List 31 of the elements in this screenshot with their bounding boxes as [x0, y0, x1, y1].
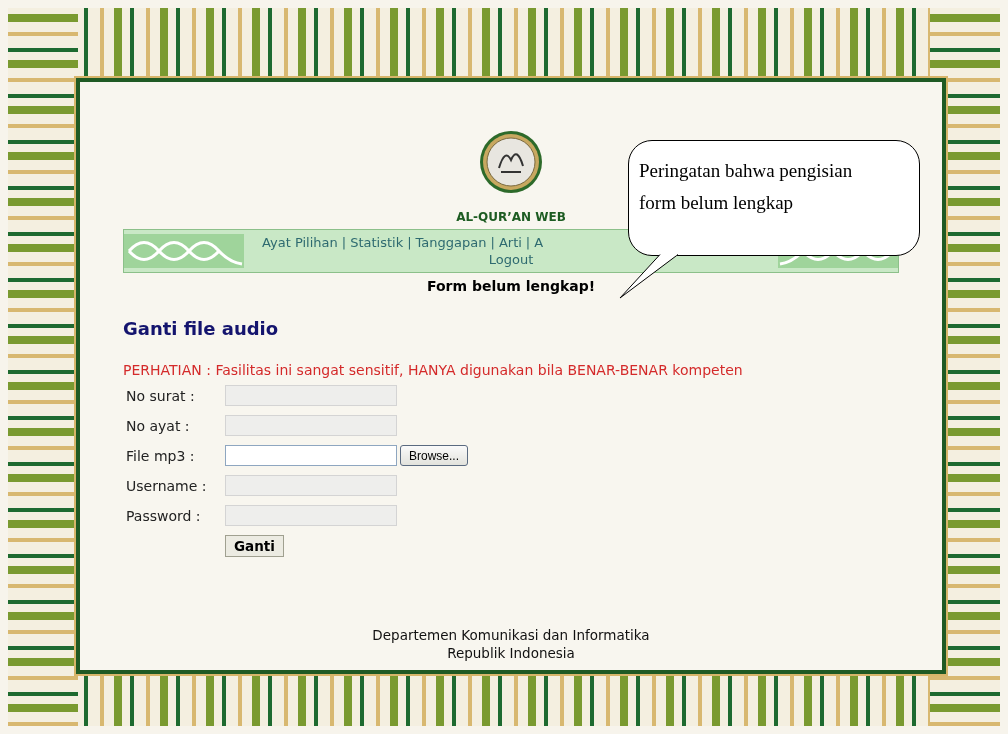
text-field[interactable]: [225, 415, 397, 436]
password-field[interactable]: [225, 505, 397, 526]
callout-bubble: Peringatan bahwa pengisian form belum lengkap: [628, 140, 920, 256]
nav-link[interactable]: Statistik: [350, 234, 404, 251]
text-field[interactable]: [225, 475, 397, 496]
nav-link[interactable]: Logout: [488, 251, 534, 268]
browse-button[interactable]: Browse...: [400, 445, 468, 466]
nav-separator: |: [407, 234, 412, 251]
page-heading: Ganti file audio: [123, 318, 280, 339]
nav-separator: |: [525, 234, 531, 251]
field-label: No surat :: [126, 387, 196, 404]
footer-text: Departemen Komunikasi dan Informatika: [371, 626, 651, 644]
footer-text: Republik Indonesia: [446, 644, 576, 662]
nav-link[interactable]: Tanggapan: [415, 234, 487, 251]
nav-separator: |: [341, 234, 347, 251]
emblem-icon: [479, 130, 543, 194]
alert-message: Form belum lengkap!: [425, 278, 597, 294]
field-label: Password :: [126, 507, 202, 524]
text-field[interactable]: [225, 385, 397, 406]
field-label: No ayat :: [126, 417, 191, 434]
file-path-field[interactable]: [225, 445, 397, 466]
field-label: File mp3 :: [126, 447, 196, 464]
nav-link[interactable]: Arti: [498, 234, 522, 251]
site-title: AL-QUR’AN WEB: [456, 210, 566, 224]
warning-text: PERHATIAN : Fasilitas ini sangat sensitif, HANYA digunakan bila BENAR-BENAR kompeten: [123, 362, 744, 378]
field-label: Username :: [126, 477, 208, 494]
nav-link[interactable]: Ayat Pilihan: [262, 234, 338, 251]
nav-link[interactable]: A: [534, 234, 544, 251]
nav-separator: |: [490, 234, 495, 251]
submit-button[interactable]: Ganti: [225, 535, 284, 557]
knot-ornament-icon: [124, 234, 244, 268]
